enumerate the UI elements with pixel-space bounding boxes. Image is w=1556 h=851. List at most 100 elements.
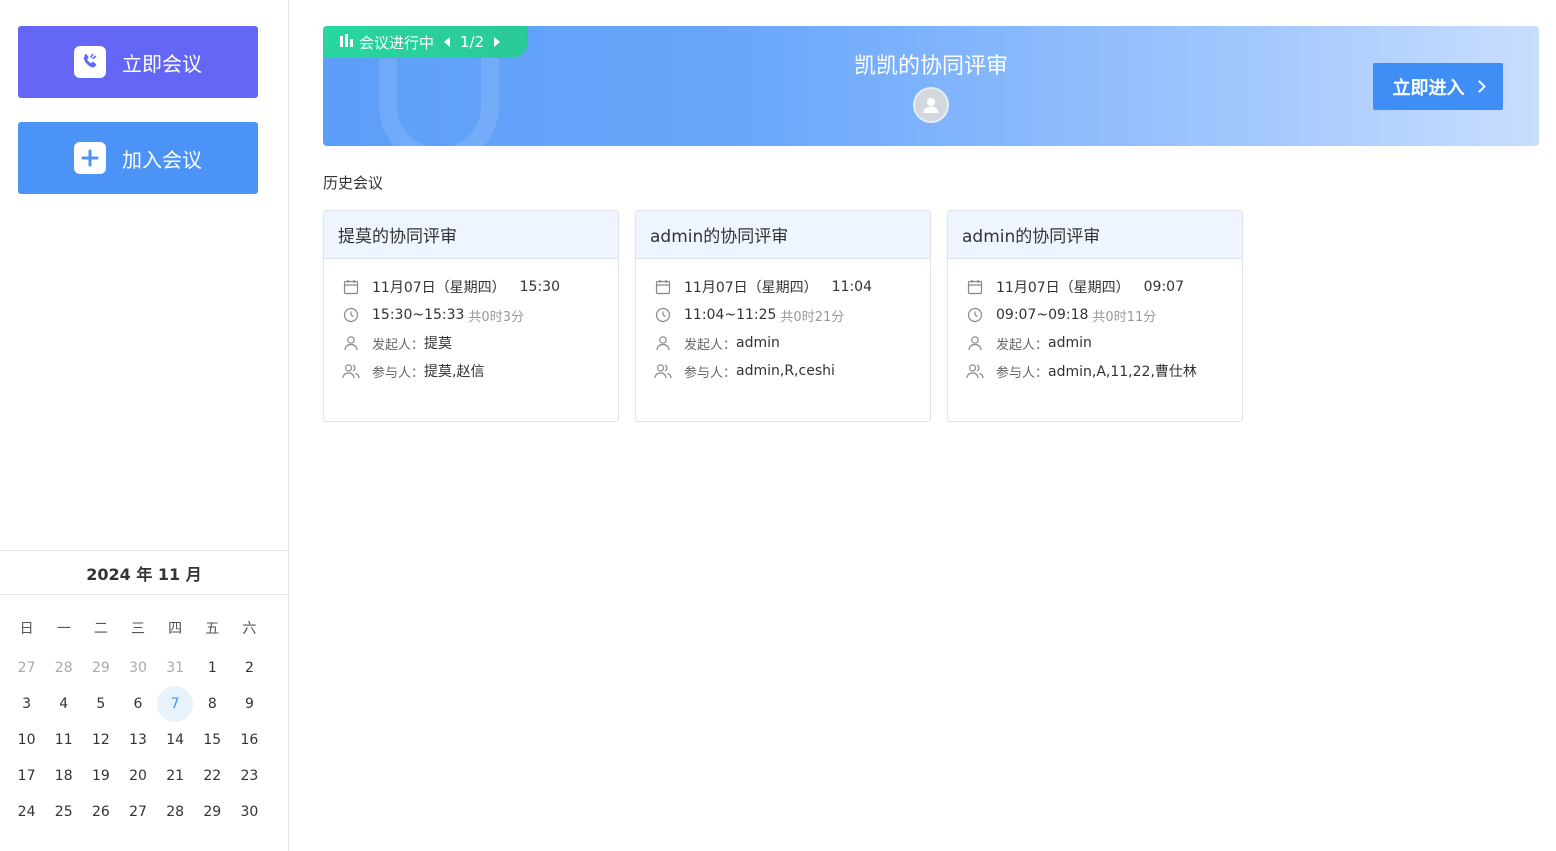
weekday-label: 四 (168, 621, 183, 637)
calendar-day[interactable]: 10 (8, 732, 45, 748)
calendar-day[interactable]: 19 (82, 768, 119, 784)
calendar-day[interactable]: 22 (194, 768, 231, 784)
ongoing-meeting-banner: 会议进行中 1/2 凯凯的协同评审 立即进入 (323, 26, 1539, 146)
participants-row: 参与人： admin,A,11,22,曹仕林 (966, 357, 1242, 385)
calendar-day[interactable]: 26 (82, 804, 119, 820)
calendar-day[interactable]: 30 (119, 660, 156, 676)
participants-value: admin,R,ceshi (736, 363, 835, 379)
organizer-value: admin (736, 335, 780, 351)
weekday-label: 六 (242, 621, 257, 637)
calendar-day[interactable]: 8 (194, 696, 231, 712)
calendar-day[interactable]: 31 (157, 660, 194, 676)
avatar (913, 87, 949, 123)
calendar-day[interactable]: 29 (82, 660, 119, 676)
calendar-weekday-row: 日 一 二 三 四 五 六 (8, 610, 268, 646)
calendar-day[interactable]: 15 (194, 732, 231, 748)
user-icon (654, 334, 672, 352)
organizer-value: 提莫 (424, 336, 453, 352)
start-meeting-button[interactable]: 立即会议 (18, 26, 258, 98)
participants-value: admin,A,11,22,曹仕林 (1048, 364, 1197, 380)
meeting-duration: 共0时3分 (468, 309, 524, 325)
calendar-week-row: 27 28 29 30 31 1 2 (8, 650, 268, 686)
time-row: 09:07~09:18 共0时11分 (966, 301, 1242, 329)
weekday-label: 一 (56, 621, 71, 637)
date-row: 11月07日（星期四） 15:30 (342, 273, 618, 301)
calendar-day[interactable]: 11 (45, 732, 82, 748)
participants-row: 参与人： admin,R,ceshi (654, 357, 930, 385)
calendar: 2024 年 11 月 日 一 二 三 四 五 六 27 28 29 30 31… (0, 550, 288, 820)
plus-icon (74, 142, 106, 174)
calendar-title: 2024 年 11 月 (0, 550, 288, 595)
calendar-day[interactable]: 13 (119, 732, 156, 748)
calendar-icon (966, 278, 984, 296)
calendar-day[interactable]: 17 (8, 768, 45, 784)
calendar-day[interactable]: 12 (82, 732, 119, 748)
meeting-duration: 共0时21分 (780, 309, 845, 325)
ongoing-meeting-title: 凯凯的协同评审 (853, 54, 1008, 79)
calendar-grid: 日 一 二 三 四 五 六 27 28 29 30 31 1 2 3 4 5 6… (8, 610, 268, 830)
calendar-day[interactable]: 28 (157, 804, 194, 820)
weekday-label: 日 (19, 621, 34, 637)
join-meeting-label: 加入会议 (122, 147, 202, 172)
calendar-day-today[interactable]: 7 (157, 686, 194, 722)
calendar-day[interactable]: 3 (8, 696, 45, 712)
history-meeting-card[interactable]: admin的协同评审 11月07日（星期四） 09:07 09:07~09:18… (947, 210, 1243, 422)
calendar-week-row: 10 11 12 13 14 15 16 (8, 722, 268, 758)
enter-meeting-button[interactable]: 立即进入 (1373, 63, 1503, 110)
meeting-duration: 共0时11分 (1092, 309, 1157, 325)
calendar-day[interactable]: 16 (231, 732, 268, 748)
calendar-day[interactable]: 23 (231, 768, 268, 784)
enter-meeting-label: 立即进入 (1392, 77, 1465, 99)
join-meeting-button[interactable]: 加入会议 (18, 122, 258, 194)
date-row: 11月07日（星期四） 11:04 (654, 273, 930, 301)
history-meeting-card[interactable]: 提莫的协同评审 11月07日（星期四） 15:30 15:30~15:33 共0… (323, 210, 619, 422)
users-icon (342, 362, 360, 380)
calendar-day[interactable]: 28 (45, 660, 82, 676)
clock-icon (342, 306, 360, 324)
organizer-value: admin (1048, 335, 1092, 351)
calendar-day[interactable]: 2 (231, 660, 268, 676)
calendar-day[interactable]: 4 (45, 696, 82, 712)
clock-icon (654, 306, 672, 324)
meeting-time-range: 09:07~09:18 (996, 307, 1089, 323)
chevron-right-icon (1472, 80, 1486, 93)
calendar-day[interactable]: 25 (45, 804, 82, 820)
users-icon (966, 362, 984, 380)
meeting-date: 11月07日（星期四） (372, 280, 506, 296)
next-meeting-icon[interactable] (494, 37, 501, 47)
calendar-day[interactable]: 27 (8, 660, 45, 676)
start-meeting-label: 立即会议 (122, 51, 202, 76)
today-marker: 7 (157, 686, 194, 722)
calendar-week-row: 24 25 26 27 28 29 30 (8, 794, 268, 830)
calendar-day[interactable]: 18 (45, 768, 82, 784)
calendar-day[interactable]: 14 (157, 732, 194, 748)
card-title: admin的协同评审 (948, 211, 1242, 259)
history-meeting-card[interactable]: admin的协同评审 11月07日（星期四） 11:04 11:04~11:25… (635, 210, 931, 422)
phone-icon (74, 46, 106, 78)
calendar-day[interactable]: 9 (231, 696, 268, 712)
organizer-row: 发起人： admin (654, 329, 930, 357)
meeting-date: 11月07日（星期四） (996, 280, 1130, 296)
time-row: 11:04~11:25 共0时21分 (654, 301, 930, 329)
meeting-start-time: 15:30 (519, 279, 560, 295)
calendar-day[interactable]: 6 (119, 696, 156, 712)
sidebar: 立即会议 加入会议 2024 年 11 月 日 一 二 三 四 五 六 27 2… (0, 0, 289, 851)
organizer-label: 发起人： (372, 337, 425, 353)
participants-label: 参与人： (372, 365, 425, 381)
prev-meeting-icon[interactable] (444, 37, 451, 47)
calendar-week-row: 17 18 19 20 21 22 23 (8, 758, 268, 794)
calendar-day[interactable]: 27 (119, 804, 156, 820)
calendar-day[interactable]: 20 (119, 768, 156, 784)
calendar-day[interactable]: 1 (194, 660, 231, 676)
meeting-time-range: 15:30~15:33 (372, 307, 465, 323)
calendar-day[interactable]: 21 (157, 768, 194, 784)
calendar-day[interactable]: 5 (82, 696, 119, 712)
calendar-day[interactable]: 24 (8, 804, 45, 820)
user-icon (923, 98, 939, 113)
participants-label: 参与人： (996, 365, 1049, 381)
users-icon (654, 362, 672, 380)
card-title: 提莫的协同评审 (324, 211, 618, 259)
calendar-day[interactable]: 30 (231, 804, 268, 820)
calendar-day[interactable]: 29 (194, 804, 231, 820)
clock-icon (966, 306, 984, 324)
